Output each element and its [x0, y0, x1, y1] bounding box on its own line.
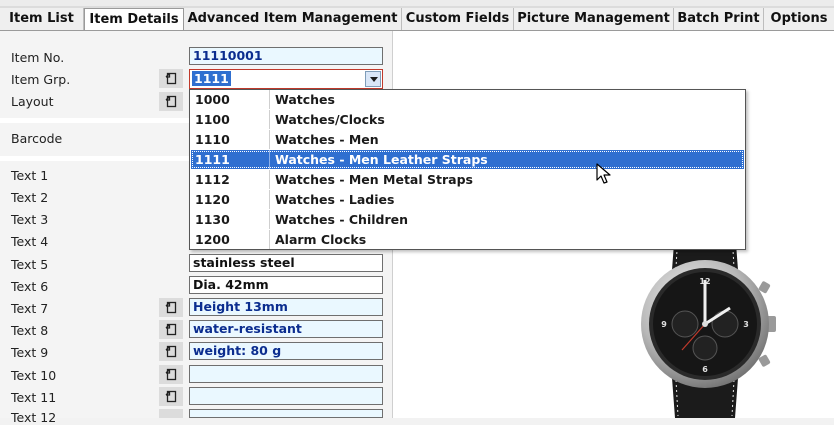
text-6-field[interactable]: Dia. 42mm — [189, 276, 383, 294]
tab-item-details[interactable]: Item Details — [84, 8, 184, 31]
item-grp-label: Item Grp. — [11, 72, 71, 87]
item-grp-copy-button[interactable] — [159, 69, 183, 88]
tab-custom-fields[interactable]: Custom Fields — [402, 8, 514, 30]
list-item[interactable]: 1100 Watches/Clocks — [191, 110, 744, 129]
text-9-label: Text 9 — [11, 345, 49, 360]
tab-options[interactable]: Options — [764, 8, 834, 30]
barcode-label: Barcode — [11, 131, 63, 146]
text-11-label: Text 11 — [11, 390, 57, 405]
item-grp-selected-value: 1111 — [192, 71, 231, 86]
svg-text:6: 6 — [702, 365, 708, 374]
text-5-label: Text 5 — [11, 257, 49, 272]
text-7-label: Text 7 — [11, 301, 49, 316]
copy-icon — [165, 323, 177, 336]
svg-text:9: 9 — [661, 320, 667, 329]
text-8-field[interactable]: water-resistant — [189, 320, 383, 338]
copy-icon — [165, 368, 177, 381]
copy-icon — [165, 345, 177, 358]
text-7-copy-button[interactable] — [159, 298, 183, 317]
layout-copy-button[interactable] — [159, 92, 183, 111]
text-2-label: Text 2 — [11, 190, 49, 205]
text-12-copy-button[interactable] — [159, 409, 183, 418]
item-grp-combobox[interactable]: 1111 — [189, 69, 383, 89]
text-1-label: Text 1 — [11, 168, 49, 183]
text-12-field[interactable] — [189, 409, 383, 418]
chevron-down-icon[interactable] — [365, 71, 381, 87]
list-item-selected[interactable]: 1111 Watches - Men Leather Straps — [191, 150, 744, 169]
mouse-cursor-icon — [596, 163, 611, 184]
list-item[interactable]: 1000 Watches — [191, 90, 744, 109]
tab-bar: Item List Item Details Advanced Item Man… — [0, 0, 834, 31]
text-11-field[interactable] — [189, 387, 383, 405]
list-item[interactable]: 1200 Alarm Clocks — [191, 230, 744, 249]
copy-icon — [165, 301, 177, 314]
list-item[interactable]: 1120 Watches - Ladies — [191, 190, 744, 209]
copy-icon — [165, 72, 177, 85]
item-grp-dropdown-list: 1000 Watches 1100 Watches/Clocks 1110 Wa… — [189, 89, 746, 250]
text-4-label: Text 4 — [11, 234, 49, 249]
list-item[interactable]: 1110 Watches - Men — [191, 130, 744, 149]
text-9-field[interactable]: weight: 80 g — [189, 342, 383, 360]
tab-batch-print[interactable]: Batch Print — [674, 8, 764, 30]
copy-icon — [165, 390, 177, 403]
text-5-field[interactable]: stainless steel — [189, 254, 383, 272]
item-no-label: Item No. — [11, 50, 65, 65]
copy-icon — [165, 95, 177, 108]
text-10-field[interactable] — [189, 365, 383, 383]
text-8-label: Text 8 — [11, 323, 49, 338]
list-item[interactable]: 1112 Watches - Men Metal Straps — [191, 170, 744, 189]
item-no-field[interactable]: 11110001 — [189, 47, 383, 65]
text-11-copy-button[interactable] — [159, 387, 183, 406]
svg-text:3: 3 — [743, 320, 749, 329]
text-8-copy-button[interactable] — [159, 320, 183, 339]
tab-picture-management[interactable]: Picture Management — [514, 8, 674, 30]
list-item[interactable]: 1130 Watches - Children — [191, 210, 744, 229]
tab-item-list[interactable]: Item List — [0, 8, 84, 30]
text-9-copy-button[interactable] — [159, 342, 183, 361]
text-6-label: Text 6 — [11, 279, 49, 294]
layout-label: Layout — [11, 94, 54, 109]
text-7-field[interactable]: Height 13mm — [189, 298, 383, 316]
text-10-copy-button[interactable] — [159, 365, 183, 384]
watch-image: 12369 — [641, 230, 776, 418]
tab-advanced-item-management[interactable]: Advanced Item Management — [184, 8, 402, 30]
text-10-label: Text 10 — [11, 368, 57, 383]
text-3-label: Text 3 — [11, 212, 49, 227]
